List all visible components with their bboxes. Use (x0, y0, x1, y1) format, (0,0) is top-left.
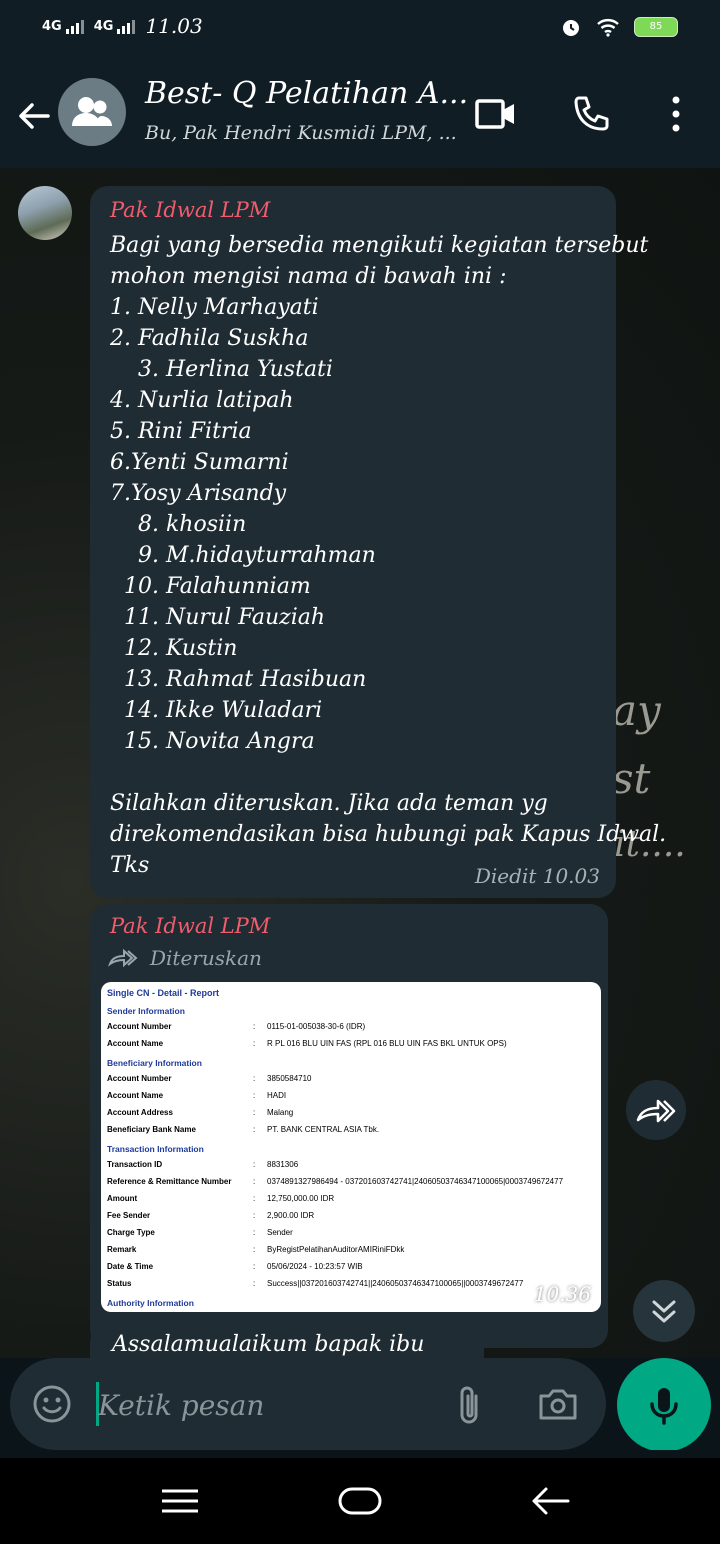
attach-icon[interactable] (452, 1384, 488, 1426)
receipt-row: Charge Type: Sender (107, 1228, 293, 1237)
receipt-row: Account Name: HADI (107, 1091, 287, 1100)
receipt-row: Account Address: Malang (107, 1108, 294, 1117)
message-line: mohon mengisi nama di bawah ini : (110, 264, 507, 289)
forwarded-label: Diteruskan (108, 946, 262, 970)
message-line: 1. Nelly Marhayati (110, 295, 319, 320)
message-line: 10. Falahunniam (110, 574, 311, 599)
message-meta-edited: Diedit 10.03 (474, 864, 600, 888)
group-avatar-icon (72, 97, 112, 126)
message-line: 7.Yosy Arisandy (110, 481, 287, 506)
camera-icon[interactable] (536, 1384, 580, 1424)
message-line: 2. Fadhila Suskha (110, 326, 309, 351)
forward-button[interactable] (626, 1080, 686, 1140)
message-line: direkomendasikan bisa hubungi pak Kapus … (110, 822, 667, 847)
message-line: 6.Yenti Sumarni (110, 450, 289, 475)
receipt-row: Status: Success||037201603742741||2406050… (107, 1279, 524, 1288)
back-arrow-icon[interactable] (14, 96, 54, 136)
message-input[interactable] (96, 1380, 420, 1430)
receipt-row: Account Number:0115-01-005038-30-6 (IDR) (107, 1022, 366, 1031)
system-navigation-bar (0, 1458, 720, 1544)
double-chevron-down-icon (652, 1300, 676, 1323)
message-line: Bagi yang bersedia mengikuti kegiatan te… (110, 233, 649, 258)
receipt-row: Fee Sender:2,900.00 IDR (107, 1211, 315, 1220)
emoji-icon[interactable] (32, 1384, 72, 1424)
message-text: Assalamualaikum bapak ibu (112, 1332, 425, 1357)
receipt-row: Remark: ByRegistPelatihanAuditorAMIRiniFD… (107, 1245, 405, 1254)
message-line: 8. khosiin (110, 512, 247, 537)
message-bubble[interactable]: Pak Idwal LPM Diteruskan Single CN - Det… (90, 904, 608, 1348)
message-text: Bagi yang bersedia mengikuti kegiatan te… (110, 230, 667, 881)
sender-avatar[interactable] (18, 186, 72, 240)
message-composer (10, 1358, 606, 1450)
back-icon[interactable] (520, 1476, 580, 1526)
receipt-section-authority: Authority Information (107, 1298, 194, 1308)
battery-icon: 85 (634, 17, 678, 37)
voice-call-icon[interactable] (570, 92, 614, 136)
message-line: Silahkan diteruskan. Jika ada teman yg (110, 791, 548, 816)
message-line: 11. Nurul Fauziah (110, 605, 326, 630)
receipt-section-sender: Sender Information (107, 1006, 185, 1016)
group-avatar[interactable] (58, 78, 126, 146)
status-time: 11.03 (145, 14, 203, 38)
forward-icon (636, 1099, 676, 1123)
signal-2-icon: 4G (94, 19, 136, 34)
message-line: 14. Ikke Wuladari (110, 698, 323, 723)
sender-name[interactable]: Pak Idwal LPM (110, 914, 270, 938)
message-line: 12. Kustin (110, 636, 238, 661)
receipt-title: Single CN - Detail - Report (107, 988, 220, 998)
group-title[interactable]: Best- Q Pelatihan A... (145, 76, 468, 111)
mic-icon (650, 1388, 678, 1425)
receipt-row: Reference & Remittance Number:0374891327… (107, 1177, 564, 1186)
wallpaper-text: ay (612, 686, 661, 735)
group-members-subtitle[interactable]: Bu, Pak Hendri Kusmidi LPM, ... (145, 122, 457, 144)
message-line: 3. Herlina Yustati (110, 357, 333, 382)
menu-icon[interactable] (150, 1476, 210, 1526)
status-bar: 4G 4G 11.03 85 (0, 0, 720, 58)
message-bubble[interactable]: Assalamualaikum bapak ibu (90, 1324, 484, 1358)
chat-area[interactable]: ay st it.... Pak Idwal LPM Bagi yang ber… (0, 168, 720, 1358)
receipt-row: Amount:12,750,000.00 IDR (107, 1194, 335, 1203)
wallpaper-text: st (612, 754, 651, 803)
message-time: 10.36 (533, 1282, 591, 1306)
message-line: 13. Rahmat Hasibuan (110, 667, 367, 692)
receipt-row: Account Number:3850584710 (107, 1074, 312, 1083)
video-call-icon[interactable] (474, 92, 518, 136)
more-options-icon[interactable] (654, 92, 698, 136)
receipt-row: Account Name: R PL 016 BLU UIN FAS (RPL 0… (107, 1039, 507, 1048)
message-bubble[interactable]: Pak Idwal LPM Bagi yang bersedia mengiku… (90, 186, 667, 898)
message-line: 4. Nurlia latipah (110, 388, 294, 413)
wifi-icon (597, 19, 619, 37)
voice-record-button[interactable] (617, 1358, 711, 1452)
message-line: 5. Rini Fitria (110, 419, 252, 444)
sender-name[interactable]: Pak Idwal LPM (110, 198, 270, 222)
message-line: 15. Novita Angra (110, 729, 315, 754)
receipt-row: Transaction ID:8831306 (107, 1160, 299, 1169)
forwarded-icon (108, 948, 138, 968)
receipt-row: Beneficiary Bank Name: PT. BANK CENTRAL A… (107, 1125, 380, 1134)
message-line: 9. M.hidayturrahman (110, 543, 376, 568)
home-icon[interactable] (330, 1476, 390, 1526)
receipt-image[interactable]: Single CN - Detail - Report Sender Infor… (101, 982, 601, 1312)
chat-header: Best- Q Pelatihan A... Bu, Pak Hendri Ku… (0, 58, 720, 168)
receipt-section-transaction: Transaction Information (107, 1144, 204, 1154)
message-line (110, 757, 610, 788)
alarm-icon (563, 20, 579, 36)
receipt-row: Date & Time:05/06/2024 - 10:23:57 WIB (107, 1262, 363, 1271)
signal-1-icon: 4G (42, 19, 84, 34)
receipt-section-beneficiary: Beneficiary Information (107, 1058, 202, 1068)
scroll-to-bottom-button[interactable] (633, 1280, 695, 1342)
